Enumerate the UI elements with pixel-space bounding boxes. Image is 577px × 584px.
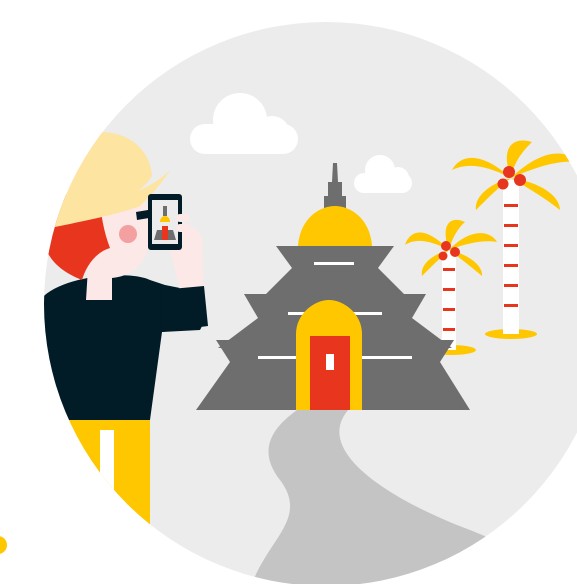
travel-illustration xyxy=(0,22,577,584)
accent-dot xyxy=(0,536,7,554)
pants xyxy=(62,420,150,584)
